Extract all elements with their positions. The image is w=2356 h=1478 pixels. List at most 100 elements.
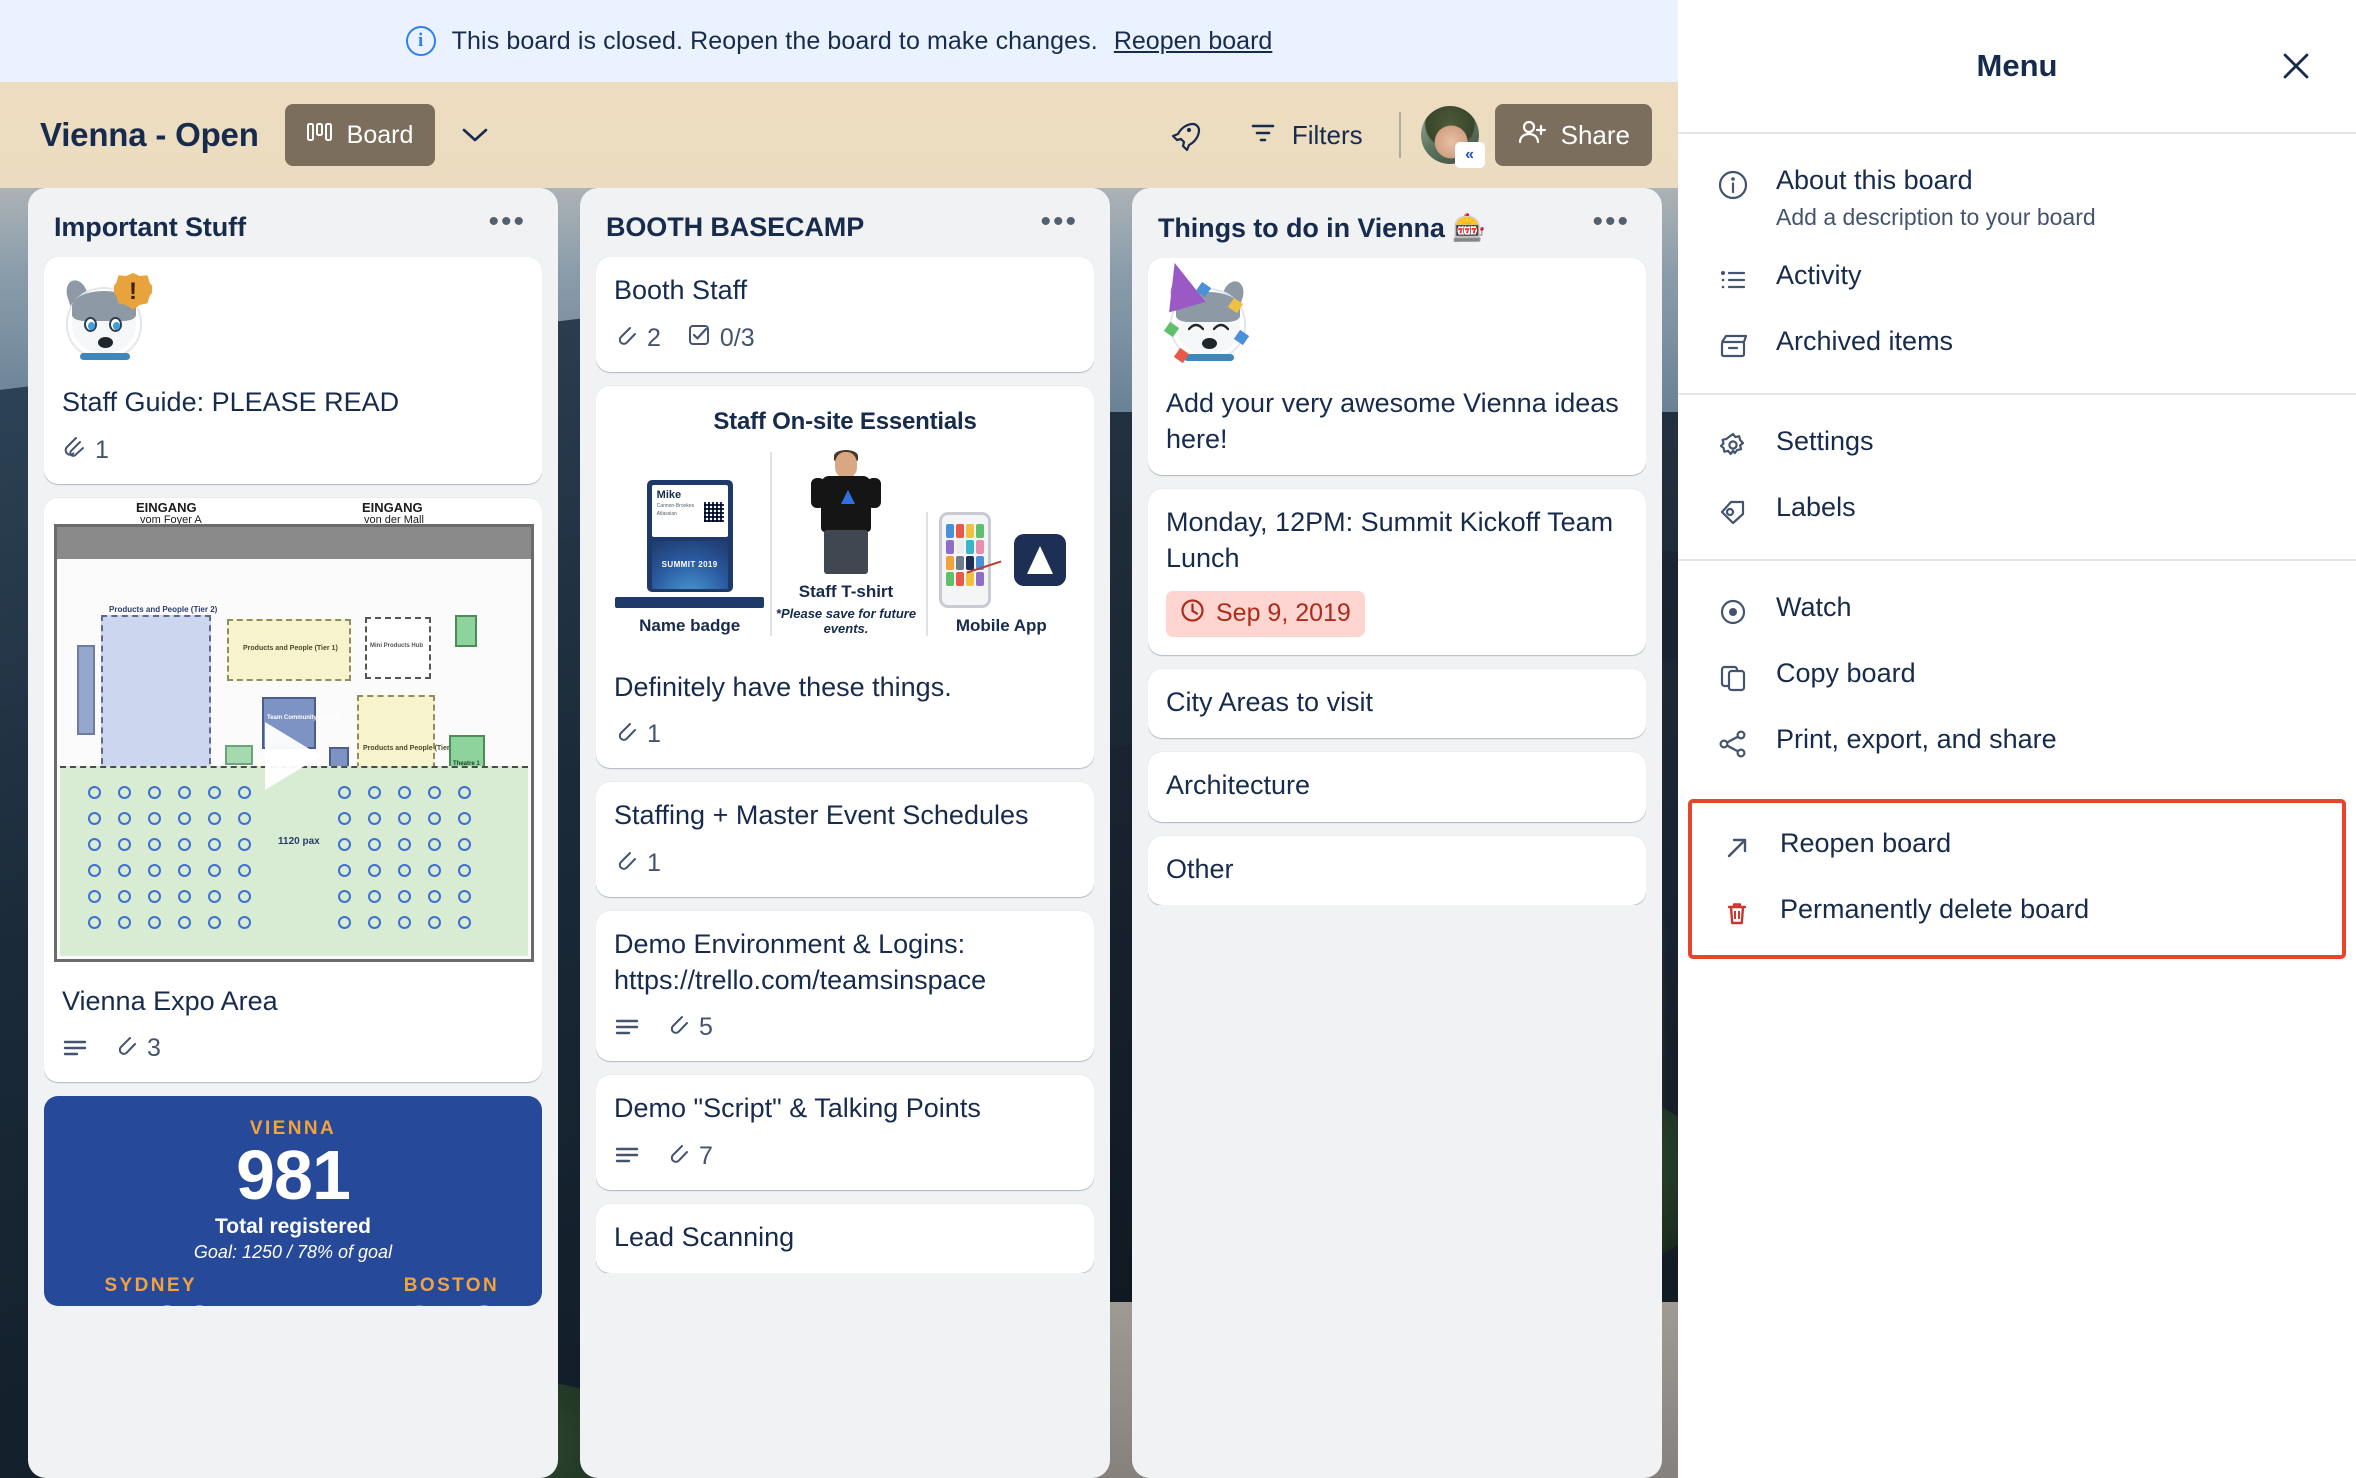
card-body: Monday, 12PM: Summit Kickoff Team Lunch … [1148, 489, 1646, 654]
card-registration-stats[interactable]: VIENNA 981 Total registered Goal: 1250 /… [44, 1096, 542, 1307]
name-badge-event: SUMMIT 2019 [661, 560, 718, 570]
card-demo-environment[interactable]: Demo Environment & Logins: https://trell… [596, 910, 1094, 1062]
menu-item-activity[interactable]: Activity [1678, 245, 2356, 311]
close-icon[interactable] [2270, 40, 2322, 92]
due-date-label: Sep 9, 2019 [1216, 599, 1351, 627]
menu-item-reopen-board[interactable]: Reopen board [1692, 813, 2342, 879]
attachment-icon [114, 1033, 138, 1064]
card-title: Other [1166, 853, 1234, 884]
essentials-caption: Mobile App [955, 615, 1047, 635]
card-architecture[interactable]: Architecture [1148, 752, 1646, 822]
card-staff-guide[interactable]: ! Staff Guide: PLEASE READ 1 [44, 257, 542, 484]
menu-item-settings[interactable]: Settings [1678, 411, 2356, 477]
essentials-col-name-badge: Mike Cannon-Brookes Atlassian SUMMIT 201… [615, 479, 765, 636]
mobile-app-graphic [928, 511, 1075, 608]
floorplan-seating-capacity: 1120 pax [278, 835, 320, 847]
eye-icon [1716, 595, 1750, 629]
reopen-board-link[interactable]: Reopen board [1114, 27, 1272, 56]
menu-item-labels[interactable]: Labels [1678, 477, 2356, 543]
menu-item-label: Archived items [1776, 325, 1954, 356]
attachment-icon [666, 1141, 690, 1172]
copy-icon [1716, 661, 1750, 695]
share-button[interactable]: Share [1494, 104, 1652, 166]
menu-item-label: Watch [1776, 591, 1852, 622]
header-actions: Filters « Share [1154, 104, 1652, 168]
rocket-icon[interactable] [1154, 105, 1214, 165]
list-actions-icon[interactable]: ••• [482, 206, 532, 243]
atlassian-logo-icon [1013, 533, 1066, 586]
attachment-badge: 2 [614, 323, 661, 354]
floorplan-zone-tier1-b-label: Products and People (Tier 1) [363, 744, 458, 752]
list-title: BOOTH BASECAMP [606, 212, 865, 242]
card-staffing-schedules[interactable]: Staffing + Master Event Schedules 1 [596, 782, 1094, 897]
attachment-badge: 1 [614, 848, 661, 879]
board-view-switcher[interactable]: Board [284, 104, 436, 166]
card-badges: 1 [614, 719, 1076, 750]
checklist-icon [687, 323, 711, 354]
highlighted-menu-group: Reopen board Permanently delete board [1688, 798, 2346, 959]
due-date-badge[interactable]: Sep 9, 2019 [1166, 590, 1365, 637]
play-button-overlay-icon[interactable] [265, 722, 321, 791]
trello-board-app: i This board is closed. Reopen the board… [0, 0, 2356, 1478]
card-other[interactable]: Other [1148, 835, 1646, 906]
card-city-areas[interactable]: City Areas to visit [1148, 668, 1646, 739]
attachment-badge: 3 [114, 1033, 161, 1064]
avatar-badge: « [1454, 142, 1485, 168]
essentials-caption: Name badge [639, 615, 741, 635]
card-title: Staffing + Master Event Schedules [614, 800, 1029, 831]
menu-item-label: About this board [1776, 165, 1973, 195]
card-booth-staff[interactable]: Booth Staff 2 0/3 [596, 257, 1094, 372]
card-title: Demo Environment & Logins: https://trell… [614, 928, 987, 995]
expo-floorplan-image: EINGANG vom Foyer A EINGANG von der Mall… [44, 497, 542, 968]
stats-secondary-boston: BOSTON 860 [403, 1275, 501, 1306]
qr-code-icon [703, 501, 724, 522]
card-staff-essentials[interactable]: Staff On-site Essentials Mike Cannon-Bro… [596, 385, 1094, 769]
list-header: BOOTH BASECAMP ••• [596, 202, 1094, 257]
list-actions-icon[interactable]: ••• [1586, 207, 1636, 243]
card-title: Vienna Expo Area [62, 985, 278, 1016]
card-title: City Areas to visit [1166, 686, 1374, 717]
menu-item-archived-items[interactable]: Archived items [1678, 311, 2356, 377]
husky-party-sticker [1156, 258, 1254, 366]
attachment-badge: 1 [62, 435, 109, 466]
card-lead-scanning[interactable]: Lead Scanning [596, 1203, 1094, 1274]
card-badges: 3 [62, 1033, 524, 1064]
menu-item-label: Activity [1776, 259, 1862, 290]
card-badges: 1 [62, 435, 524, 466]
filter-icon [1248, 118, 1278, 153]
essentials-note: *Please save for future events. [775, 605, 917, 636]
clock-icon [1180, 598, 1205, 630]
floorplan-entrance-right-title: EINGANG [362, 499, 423, 515]
menu-item-watch[interactable]: Watch [1678, 577, 2356, 643]
attachment-count: 1 [95, 435, 109, 464]
card-title: Booth Staff [614, 275, 748, 305]
arrow-up-right-icon [1720, 831, 1754, 865]
avatar[interactable]: « [1420, 106, 1485, 168]
card-body: Staff Guide: PLEASE READ 1 [44, 369, 542, 484]
attachment-icon [614, 323, 638, 354]
list-actions-icon[interactable]: ••• [1034, 206, 1084, 243]
attachment-badge: 1 [614, 719, 661, 750]
board-menu-panel: Menu About this board Add a description … [1678, 0, 2356, 1478]
person-add-icon [1517, 118, 1547, 153]
stats-city-value: 860 [403, 1298, 501, 1306]
card-body: City Areas to visit [1148, 669, 1646, 739]
attachment-badge: 5 [666, 1012, 713, 1043]
filters-button[interactable]: Filters [1232, 105, 1379, 165]
card-add-vienna-ideas[interactable]: Add your very awesome Vienna ideas here! [1148, 258, 1646, 476]
card-demo-script[interactable]: Demo "Script" & Talking Points 7 [596, 1075, 1094, 1190]
menu-item-copy-board[interactable]: Copy board [1678, 643, 2356, 709]
chevron-down-icon[interactable] [453, 113, 497, 157]
menu-item-permanently-delete-board[interactable]: Permanently delete board [1692, 879, 2342, 945]
card-summit-kickoff-lunch[interactable]: Monday, 12PM: Summit Kickoff Team Lunch … [1148, 489, 1646, 655]
card-body: Booth Staff 2 0/3 [596, 257, 1094, 372]
attachment-icon [62, 435, 86, 466]
menu-item-print-export-share[interactable]: Print, export, and share [1678, 709, 2356, 775]
card-title: Lead Scanning [614, 1221, 795, 1252]
description-icon [62, 1038, 88, 1060]
menu-item-about-this-board[interactable]: About this board Add a description to yo… [1678, 150, 2356, 245]
card-body: Vienna Expo Area 3 [44, 968, 542, 1083]
gear-icon [1716, 429, 1750, 463]
card-vienna-expo-area[interactable]: EINGANG vom Foyer A EINGANG von der Mall… [44, 497, 542, 1083]
list-header: Important Stuff ••• [44, 202, 542, 257]
